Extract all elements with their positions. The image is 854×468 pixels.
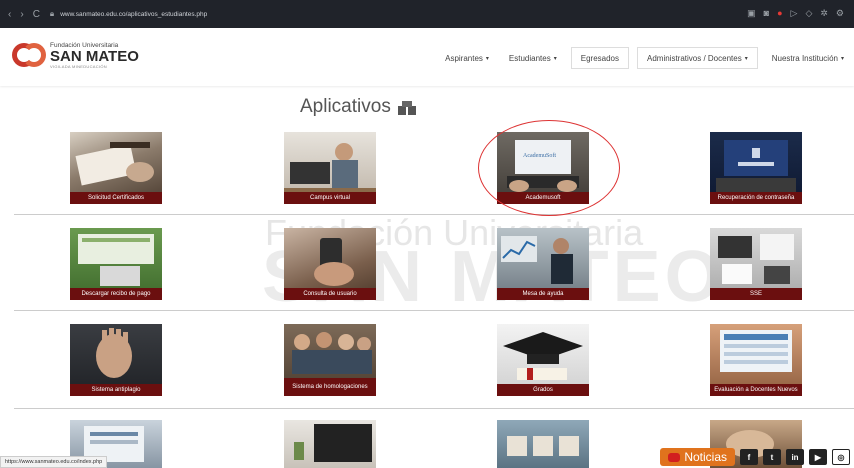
tile-grados[interactable]: Grados: [497, 324, 589, 396]
site-header: Fundación Universitaria SAN MATEO VIGILA…: [0, 30, 854, 86]
social-bar: Noticias f t in ▶ ◎: [660, 448, 850, 466]
row-divider: [14, 310, 854, 311]
tile-caption: Descargar recibo de pago: [70, 288, 162, 300]
row-divider: [14, 408, 854, 409]
tile-caption: Sistema de homologaciones: [284, 378, 376, 396]
screenshot-icon[interactable]: ▣: [747, 8, 756, 19]
tile-sistema-homologaciones[interactable]: Sistema de homologaciones: [284, 324, 376, 396]
tile-caption: SSE: [710, 288, 802, 300]
tile-evaluacion-docentes[interactable]: Evaluación a Docentes Nuevos: [710, 324, 802, 396]
browser-toolbar: ‹ › C 🔒︎ www.sanmateo.edu.co/aplicativos…: [0, 0, 854, 28]
status-bar-url: https://www.sanmateo.edu.co/index.php: [0, 456, 108, 468]
nav-aspirantes[interactable]: Aspirantes ▾: [435, 30, 499, 86]
chevron-down-icon: ▾: [744, 55, 748, 62]
chevron-down-icon: ▾: [553, 55, 557, 62]
linkedin-icon[interactable]: in: [786, 449, 804, 465]
noticias-label: Noticias: [684, 450, 727, 464]
back-icon[interactable]: ‹: [8, 9, 11, 20]
chevron-down-icon: ▾: [840, 55, 844, 62]
annotation-circle: [478, 120, 620, 216]
tile-mesa-ayuda[interactable]: Mesa de ayuda: [497, 228, 589, 300]
browser-nav: ‹ › C: [8, 9, 40, 20]
tile-caption: Grados: [497, 384, 589, 396]
forward-icon[interactable]: ›: [20, 9, 23, 20]
noticias-button[interactable]: Noticias: [660, 448, 735, 466]
nav-egresados[interactable]: Egresados: [570, 47, 629, 69]
shield-icon[interactable]: ◇: [805, 8, 812, 19]
tile-sistema-antiplagio[interactable]: Sistema antiplagio: [70, 324, 162, 396]
tile-caption: Mesa de ayuda: [497, 288, 589, 300]
nav-nuestra-institucion[interactable]: Nuestra Institución ▾: [762, 30, 854, 86]
section-title: Aplicativos: [300, 96, 417, 118]
tile-caption: Sistema antiplagio: [70, 384, 162, 396]
chevron-down-icon: ▾: [485, 55, 489, 62]
youtube-icon[interactable]: ▶: [809, 449, 827, 465]
facebook-icon[interactable]: f: [740, 449, 758, 465]
puzzle-icon[interactable]: ✲: [820, 8, 828, 19]
camera-icon[interactable]: ◙: [764, 8, 769, 19]
tile-consulta-usuario[interactable]: Consulta de usuario: [284, 228, 376, 300]
tile-row4-3[interactable]: [497, 420, 589, 468]
chat-bubble-icon: [668, 452, 681, 462]
nav-administrativos-docentes[interactable]: Administrativos / Docentes ▾: [637, 47, 758, 69]
logo-line2: SAN MATEO: [50, 48, 139, 65]
boxes-icon: [397, 100, 417, 115]
tile-image: [497, 420, 589, 468]
logo-mark-icon: [12, 42, 46, 69]
reload-icon[interactable]: C: [33, 9, 40, 20]
tile-caption: Solicitud Certificados: [70, 192, 162, 204]
tile-caption: Consulta de usuario: [284, 288, 376, 300]
tile-image: [284, 420, 376, 468]
record-icon[interactable]: ●: [777, 8, 782, 19]
instagram-icon[interactable]: ◎: [832, 449, 850, 465]
tile-sse[interactable]: SSE: [710, 228, 802, 300]
main-nav: Aspirantes ▾ Estudiantes ▾ Egresados Adm…: [435, 30, 854, 86]
tile-recuperacion-contrasena[interactable]: Recuperación de contraseña: [710, 132, 802, 204]
twitter-icon[interactable]: t: [763, 449, 781, 465]
section-title-text: Aplicativos: [300, 96, 391, 117]
tile-campus-virtual[interactable]: Campus virtual: [284, 132, 376, 204]
extension-icons: ▣ ◙ ● ▷ ◇ ✲ ⚙: [747, 8, 844, 19]
tile-descargar-recibo[interactable]: Descargar recibo de pago: [70, 228, 162, 300]
tile-row4-2[interactable]: [284, 420, 376, 468]
tile-solicitud-certificados[interactable]: Solicitud Certificados: [70, 132, 162, 204]
tile-caption: Recuperación de contraseña: [710, 192, 802, 204]
play-icon[interactable]: ▷: [791, 8, 798, 19]
url-text: www.sanmateo.edu.co/aplicativos_estudian…: [60, 10, 208, 18]
nav-estudiantes[interactable]: Estudiantes ▾: [499, 30, 567, 86]
tile-caption: Campus virtual: [284, 192, 376, 204]
tile-caption: Evaluación a Docentes Nuevos: [710, 384, 802, 396]
settings-icon[interactable]: ⚙: [836, 8, 844, 19]
lock-icon: 🔒︎: [49, 9, 55, 18]
address-bar[interactable]: 🔒︎ www.sanmateo.edu.co/aplicativos_estud…: [50, 9, 207, 19]
site-logo[interactable]: Fundación Universitaria SAN MATEO VIGILA…: [12, 42, 139, 69]
row-divider: [14, 214, 854, 215]
